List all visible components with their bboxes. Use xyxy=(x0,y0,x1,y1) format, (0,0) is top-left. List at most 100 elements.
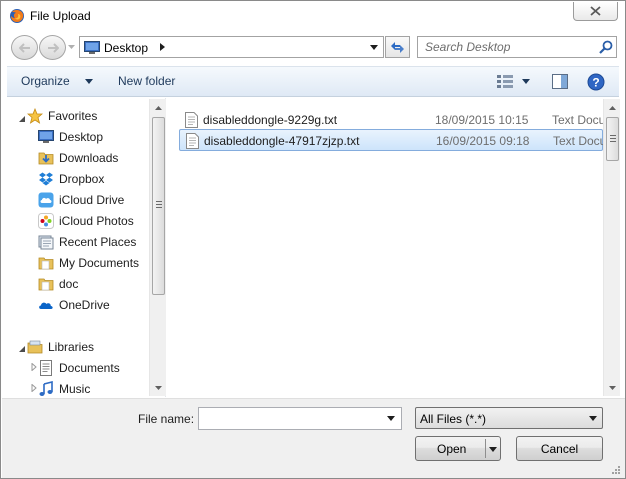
grip-icon xyxy=(610,135,616,142)
file-type: Text Document xyxy=(552,113,603,127)
scroll-up-icon xyxy=(609,105,616,110)
file-row[interactable]: disableddongle-9229g.txt 18/09/2015 10:1… xyxy=(179,109,603,131)
sidebar-item-label: iCloud Drive xyxy=(59,193,125,207)
cancel-button[interactable]: Cancel xyxy=(516,436,603,461)
resize-grip-icon[interactable] xyxy=(611,465,621,475)
sidebar-item-label: OneDrive xyxy=(59,298,110,312)
icloud-drive-icon xyxy=(38,192,54,208)
close-icon xyxy=(590,6,601,16)
dialog-footer: File name: All Files (*.*) Open Cancel xyxy=(2,398,625,478)
folder-icon xyxy=(38,257,54,270)
refresh-button[interactable] xyxy=(385,36,410,58)
sidebar-item-music-library[interactable]: Music xyxy=(38,379,90,399)
window-title: File Upload xyxy=(30,9,91,23)
open-button[interactable]: Open xyxy=(415,436,501,461)
scrollbar-thumb[interactable] xyxy=(606,117,619,161)
folder-icon xyxy=(38,278,54,291)
onedrive-icon xyxy=(39,302,53,309)
sidebar-item-icloud-drive[interactable]: iCloud Drive xyxy=(38,190,124,210)
downloads-icon xyxy=(38,152,54,165)
sidebar-favorites[interactable]: Favorites xyxy=(27,106,97,126)
scroll-up-button[interactable] xyxy=(604,99,621,116)
forward-button[interactable] xyxy=(39,35,66,60)
chevron-down-icon[interactable] xyxy=(85,79,93,84)
file-list: disableddongle-9229g.txt 18/09/2015 10:1… xyxy=(167,98,604,397)
back-arrow-icon xyxy=(18,42,30,53)
expand-triangle-icon[interactable] xyxy=(30,363,38,371)
dropbox-icon xyxy=(39,172,53,186)
svg-text:?: ? xyxy=(592,76,599,90)
sidebar-item-downloads[interactable]: Downloads xyxy=(38,148,118,168)
chevron-down-icon[interactable] xyxy=(370,45,378,50)
sidebar-item-icloud-photos[interactable]: iCloud Photos xyxy=(38,211,134,231)
help-icon[interactable]: ? xyxy=(587,73,605,91)
scroll-up-icon xyxy=(155,105,162,110)
refresh-icon xyxy=(391,41,404,53)
sidebar-item-documents-library[interactable]: Documents xyxy=(38,358,120,378)
command-toolbar: Organize New folder ? xyxy=(7,66,619,97)
file-list-scrollbar[interactable] xyxy=(603,99,620,396)
chevron-right-icon[interactable] xyxy=(160,43,165,51)
sidebar-item-label: Dropbox xyxy=(59,172,105,186)
collapse-triangle-icon[interactable] xyxy=(18,115,26,123)
file-name-combobox[interactable] xyxy=(198,407,402,430)
search-icon[interactable] xyxy=(599,40,613,54)
search-box[interactable] xyxy=(417,36,617,58)
address-location[interactable]: Desktop xyxy=(104,41,148,55)
preview-pane-icon[interactable] xyxy=(552,74,568,89)
new-folder-button[interactable]: New folder xyxy=(118,74,175,88)
file-type-filter[interactable]: All Files (*.*) xyxy=(415,407,603,429)
navigation-pane: Favorites Desktop Downloads Dropbox iClo… xyxy=(7,98,166,397)
sidebar-item-label: My Documents xyxy=(59,256,140,270)
search-input[interactable] xyxy=(419,38,595,56)
file-type-filter-value: All Files (*.*) xyxy=(420,412,487,426)
music-library-icon xyxy=(39,381,53,396)
split-divider xyxy=(485,439,486,458)
sidebar-item-label: doc xyxy=(59,277,79,291)
scroll-down-button[interactable] xyxy=(604,379,621,396)
file-name: disableddongle-9229g.txt xyxy=(203,113,338,127)
sidebar-item-label: Music xyxy=(59,382,91,396)
recent-locations-dropdown-icon[interactable] xyxy=(68,45,75,50)
scrollbar-thumb[interactable] xyxy=(152,117,165,295)
sidebar-item-label: iCloud Photos xyxy=(59,214,134,228)
desktop-icon xyxy=(38,130,54,143)
file-name: disableddongle-47917zjzp.txt xyxy=(204,134,360,148)
scroll-down-button[interactable] xyxy=(150,379,167,396)
sidebar-item-onedrive[interactable]: OneDrive xyxy=(38,295,110,315)
sidebar-section-label: Favorites xyxy=(48,109,98,123)
organize-button[interactable]: Organize xyxy=(21,74,70,88)
back-button[interactable] xyxy=(11,35,38,60)
open-options-chevron-icon[interactable] xyxy=(489,447,497,452)
grip-icon xyxy=(156,201,162,208)
close-button[interactable] xyxy=(573,2,618,21)
documents-library-icon xyxy=(40,360,52,376)
view-options-icon[interactable] xyxy=(496,74,514,90)
file-row-selected[interactable]: disableddongle-47917zjzp.txt 16/09/2015 … xyxy=(179,129,604,151)
file-name-label: File name: xyxy=(138,412,195,426)
collapse-triangle-icon[interactable] xyxy=(18,345,26,353)
title-bar: File Upload xyxy=(1,1,625,31)
sidebar-section-label: Libraries xyxy=(48,340,95,354)
chevron-down-icon xyxy=(589,416,597,421)
sidebar-item-doc[interactable]: doc xyxy=(38,274,78,294)
sidebar-item-my-documents[interactable]: My Documents xyxy=(38,253,139,273)
file-name-input[interactable] xyxy=(201,410,381,427)
scroll-up-button[interactable] xyxy=(150,99,167,116)
star-icon xyxy=(27,108,43,124)
sidebar-item-desktop[interactable]: Desktop xyxy=(38,127,103,147)
chevron-down-icon[interactable] xyxy=(522,79,530,84)
file-date: 18/09/2015 10:15 xyxy=(435,113,529,127)
chevron-down-icon[interactable] xyxy=(387,416,395,421)
address-bar[interactable]: Desktop xyxy=(79,36,384,58)
libraries-icon xyxy=(27,340,43,354)
navigation-scrollbar[interactable] xyxy=(149,99,166,396)
file-type: Text Document xyxy=(553,134,604,148)
file-date: 16/09/2015 09:18 xyxy=(436,134,530,148)
sidebar-item-dropbox[interactable]: Dropbox xyxy=(38,169,104,189)
sidebar-item-recent-places[interactable]: Recent Places xyxy=(38,232,136,252)
open-button-label: Open xyxy=(437,442,467,456)
sidebar-libraries[interactable]: Libraries xyxy=(27,337,94,357)
expand-triangle-icon[interactable] xyxy=(30,384,38,392)
sidebar-item-label: Recent Places xyxy=(59,235,137,249)
